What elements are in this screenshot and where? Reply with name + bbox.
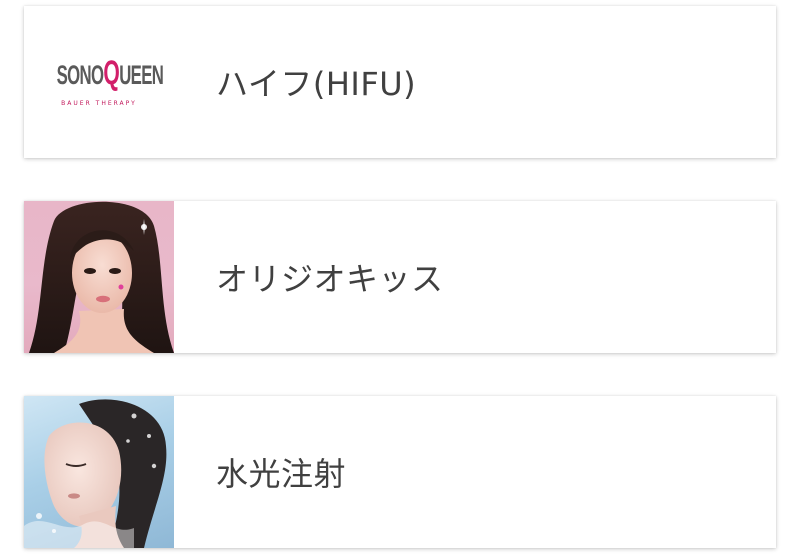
sonoqueen-logo: SONOQUEEN BAUER THERAPY	[24, 6, 174, 158]
logo-tagline: BAUER THERAPY	[61, 100, 137, 107]
treatment-card-hifu[interactable]: SONOQUEEN BAUER THERAPY ハイフ(HIFU)	[24, 6, 776, 158]
treatment-card-origio-kiss[interactable]: オリジオキッス	[24, 201, 776, 353]
treatment-label: オリジオキッス	[216, 260, 444, 298]
treatment-label: ハイフ(HIFU)	[216, 65, 417, 103]
treatment-card-water-light-injection[interactable]: 水光注射	[24, 396, 776, 548]
portrait-woman-water-image	[24, 396, 174, 548]
portrait-woman-pink-image	[24, 201, 174, 353]
treatment-list: SONOQUEEN BAUER THERAPY ハイフ(HIFU) オリジオキッ…	[0, 0, 800, 556]
logo-wordmark: SONOQUEEN	[56, 54, 164, 92]
treatment-label: 水光注射	[216, 455, 347, 493]
